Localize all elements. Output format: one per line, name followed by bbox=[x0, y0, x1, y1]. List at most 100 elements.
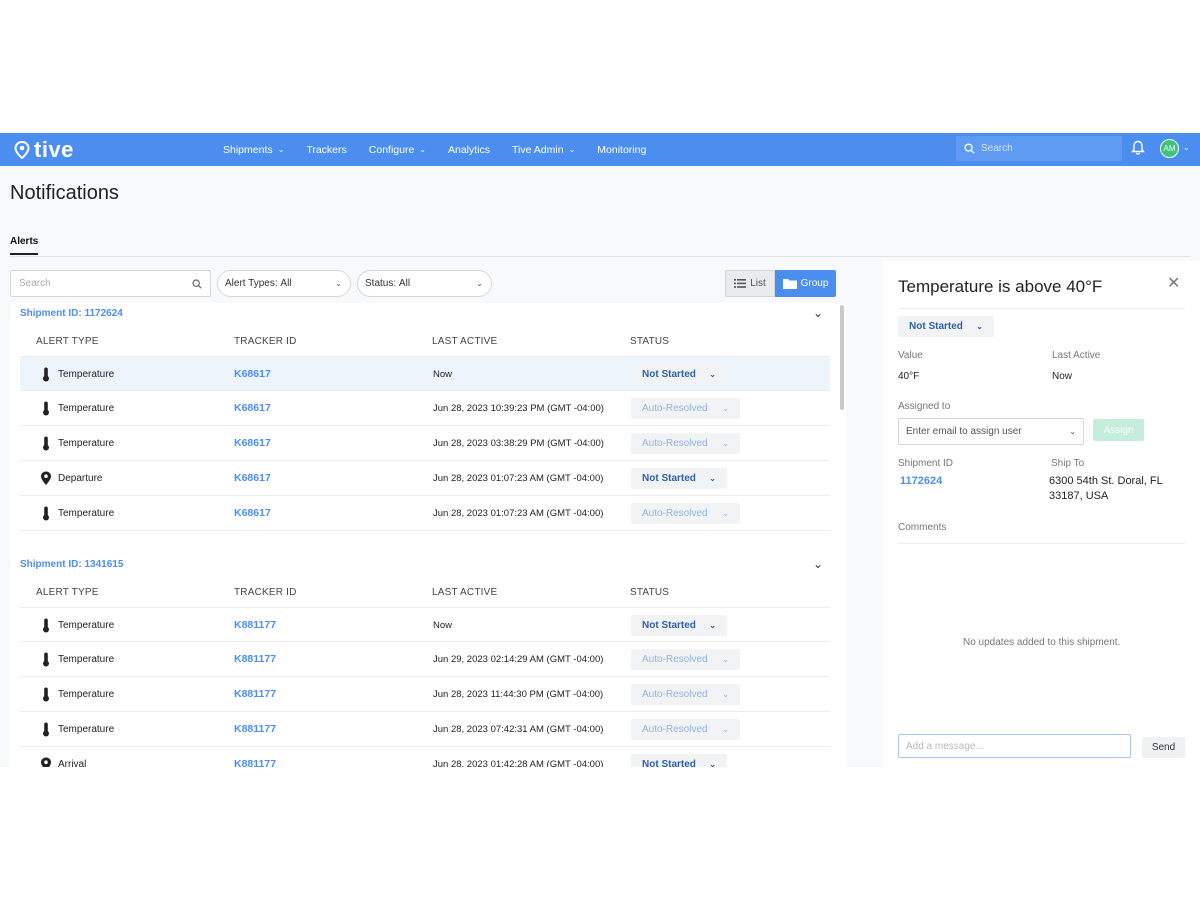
assign-user-placeholder: Enter email to assign user bbox=[906, 426, 1022, 437]
assign-button[interactable]: Assign bbox=[1093, 419, 1144, 441]
alerts-search[interactable] bbox=[10, 270, 211, 297]
search-icon bbox=[964, 143, 975, 154]
nav-item-label: Tive Admin bbox=[512, 143, 564, 156]
chevron-down-icon[interactable]: ⌄ bbox=[1183, 143, 1190, 152]
chevron-down-icon: ⌄ bbox=[277, 145, 285, 154]
nav-item-shipments[interactable]: Shipments ⌄ bbox=[212, 144, 295, 156]
shipment-id-link[interactable]: 1172624 bbox=[900, 475, 942, 487]
alert-type-text: Temperature bbox=[58, 438, 115, 449]
tracker-id-link[interactable]: K68617 bbox=[234, 472, 271, 484]
status-dropdown[interactable]: Not Started ⌄ bbox=[631, 615, 727, 636]
alert-type-text: Temperature bbox=[58, 689, 115, 700]
nav-item-label: Configure bbox=[368, 143, 415, 156]
table-row[interactable]: Temperature K881177 Jun 29, 2023 02:14:29 … bbox=[20, 642, 830, 677]
alert-types-dropdown[interactable]: Alert Types: All ⌄ bbox=[217, 270, 351, 297]
tracker-id-link[interactable]: K881177 bbox=[234, 619, 276, 631]
value-label: Value bbox=[898, 350, 923, 361]
message-field[interactable] bbox=[898, 734, 1131, 758]
nav-item-tive-admin[interactable]: Tive Admin ⌄ bbox=[501, 144, 586, 156]
status-dropdown[interactable]: Auto-Resolved ⌄ bbox=[631, 684, 740, 705]
thermometer-icon bbox=[43, 367, 49, 382]
alert-types-value: All bbox=[280, 278, 292, 289]
last-active-text: Jun 28, 2023 10:39:23 PM (GMT -04:00) bbox=[433, 403, 604, 414]
detail-status-dropdown[interactable]: Not Started ⌄ bbox=[898, 316, 994, 337]
chevron-down-icon: ⌄ bbox=[1069, 427, 1076, 436]
send-button[interactable]: Send bbox=[1142, 737, 1185, 758]
bell-icon[interactable] bbox=[1131, 140, 1145, 156]
status-dropdown[interactable]: Auto-Resolved ⌄ bbox=[631, 649, 740, 670]
chevron-down-icon[interactable]: ⌄ bbox=[813, 306, 823, 320]
status-dropdown[interactable]: Status: All ⌄ bbox=[357, 270, 492, 297]
tab-alerts[interactable]: Alerts bbox=[10, 236, 39, 255]
group-view-button[interactable]: Group bbox=[775, 270, 836, 297]
tracker-id-link[interactable]: K68617 bbox=[234, 368, 271, 380]
status-dropdown[interactable]: Not Started ⌄ bbox=[631, 468, 727, 489]
global-search-input[interactable] bbox=[981, 143, 1111, 154]
status-dropdown[interactable]: Auto-Resolved ⌄ bbox=[631, 398, 740, 419]
nav-item-analytics[interactable]: Analytics bbox=[437, 144, 501, 156]
list-view-button[interactable]: List bbox=[725, 270, 775, 297]
message-input[interactable] bbox=[906, 740, 1116, 752]
table-row[interactable]: Temperature K68617 Jun 28, 2023 10:39:23 P… bbox=[20, 391, 830, 426]
tracker-id-link[interactable]: K68617 bbox=[234, 402, 271, 414]
thermometer-icon bbox=[43, 506, 49, 521]
status-dropdown[interactable]: Not Started ⌄ bbox=[631, 364, 727, 385]
group-view-label: Group bbox=[800, 278, 829, 289]
alerts-search-input[interactable] bbox=[19, 278, 179, 289]
status-dropdown[interactable]: Not Started ⌄ bbox=[631, 754, 727, 767]
column-header-tracker-id: TRACKER ID bbox=[234, 336, 297, 347]
chevron-down-icon: ⌄ bbox=[568, 145, 576, 154]
table-row[interactable]: Temperature K68617 Jun 28, 2023 03:38:29 P… bbox=[20, 426, 830, 461]
table-row[interactable]: Temperature K68617 Jun 28, 2023 01:07:23 A… bbox=[20, 496, 830, 531]
brand-logo[interactable]: tive bbox=[14, 137, 74, 163]
assigned-to-label: Assigned to bbox=[898, 401, 951, 412]
tracker-id-link[interactable]: K881177 bbox=[234, 723, 276, 735]
table-row[interactable]: Temperature K68617 Now Not Started ⌄ bbox=[20, 356, 830, 391]
thermometer-icon bbox=[43, 401, 49, 416]
tracker-id-link[interactable]: K881177 bbox=[234, 653, 276, 665]
global-search[interactable] bbox=[956, 136, 1122, 161]
chevron-down-icon: ⌄ bbox=[976, 322, 983, 331]
table-row[interactable]: Temperature K881177 Jun 28, 2023 11:44:30 … bbox=[20, 677, 830, 712]
table-row[interactable]: Departure K68617 Jun 28, 2023 01:07:23 AM … bbox=[20, 461, 830, 496]
table-row[interactable]: Arrival K881177 Jun 28, 2023 01:42:28 AM (… bbox=[20, 747, 830, 767]
chevron-down-icon: ⌄ bbox=[709, 370, 716, 379]
last-active-text: Now bbox=[433, 620, 453, 631]
column-header-alert-type: ALERT TYPE bbox=[36, 336, 99, 347]
status-dropdown[interactable]: Auto-Resolved ⌄ bbox=[631, 433, 740, 454]
chevron-down-icon: ⌄ bbox=[476, 279, 483, 288]
nav-item-monitoring[interactable]: Monitoring bbox=[586, 144, 657, 156]
tracker-id-link[interactable]: K881177 bbox=[234, 758, 276, 767]
column-header-tracker-id: TRACKER ID bbox=[234, 587, 297, 598]
nav-item-trackers[interactable]: Trackers bbox=[295, 144, 357, 156]
alert-type-text: Temperature bbox=[58, 403, 115, 414]
user-avatar[interactable]: AM bbox=[1160, 139, 1179, 158]
table-row[interactable]: Temperature K881177 Now Not Started ⌄ bbox=[20, 607, 830, 642]
tracker-id-link[interactable]: K68617 bbox=[234, 507, 271, 519]
chevron-down-icon[interactable]: ⌄ bbox=[813, 557, 823, 571]
tracker-id-link[interactable]: K881177 bbox=[234, 688, 276, 700]
assign-user-select[interactable]: Enter email to assign user ⌄ bbox=[898, 418, 1084, 445]
thermometer-icon bbox=[43, 687, 49, 702]
status-dropdown[interactable]: Auto-Resolved ⌄ bbox=[631, 719, 740, 740]
shipment-id-label: Shipment ID bbox=[898, 458, 954, 469]
status-label: Not Started bbox=[642, 620, 696, 631]
avatar-initials: AM bbox=[1163, 144, 1176, 153]
shipment-group-header[interactable]: Shipment ID: 1172624 bbox=[20, 308, 123, 319]
list-scrollbar[interactable] bbox=[840, 305, 844, 410]
close-icon[interactable]: ✕ bbox=[1167, 273, 1180, 293]
last-active-text: Now bbox=[433, 369, 453, 380]
table-row[interactable]: Temperature K881177 Jun 28, 2023 07:42:31 … bbox=[20, 712, 830, 747]
nav-item-configure[interactable]: Configure ⌄ bbox=[358, 144, 437, 156]
page-title: Notifications bbox=[10, 182, 119, 204]
last-active-text: Jun 29, 2023 02:14:29 AM (GMT -04:00) bbox=[433, 654, 604, 665]
location-pin-icon bbox=[41, 471, 51, 485]
last-active-text: Jun 28, 2023 01:07:23 AM (GMT -04:00) bbox=[433, 473, 604, 484]
shipment-group-header[interactable]: Shipment ID: 1341615 bbox=[20, 559, 123, 570]
tracker-id-link[interactable]: K68617 bbox=[234, 437, 271, 449]
last-active-text: Now bbox=[1052, 371, 1073, 382]
status-label: Auto-Resolved bbox=[642, 654, 708, 665]
column-header-status: STATUS bbox=[630, 336, 670, 347]
status-dropdown[interactable]: Auto-Resolved ⌄ bbox=[631, 503, 740, 524]
status-label: Auto-Resolved bbox=[642, 403, 708, 414]
